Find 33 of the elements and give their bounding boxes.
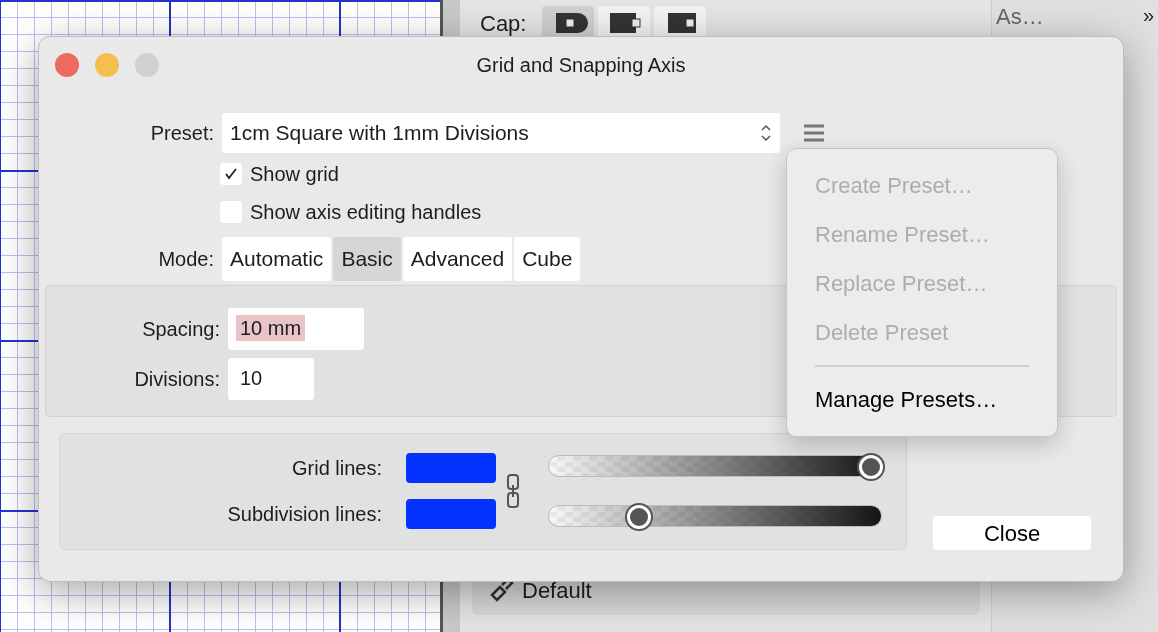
preset-label: Preset:	[149, 121, 214, 146]
line-label: Grid lines:	[290, 456, 382, 481]
menu-icon[interactable]	[804, 124, 824, 142]
mode-label: Mode:	[157, 246, 214, 272]
checkbox-label: Show grid	[250, 162, 339, 187]
overflow-button[interactable]: »	[1142, 0, 1154, 33]
input-field[interactable]: 10 mm	[228, 307, 364, 350]
field-label: Spacing:	[141, 316, 220, 342]
input-field[interactable]: 10	[228, 357, 314, 400]
menu-item[interactable]: Manage Presets…	[787, 375, 1057, 424]
checkbox[interactable]	[220, 163, 242, 185]
panel-label: As…	[996, 3, 1044, 31]
checkmark-icon	[224, 167, 238, 181]
link-icon[interactable]	[506, 473, 520, 509]
field-label: Divisions:	[133, 366, 220, 392]
slider-thumb[interactable]	[859, 455, 884, 479]
mode-tab[interactable]: Automatic	[222, 237, 332, 281]
opacity-slider[interactable]	[548, 455, 882, 477]
slider-thumb[interactable]	[626, 505, 651, 529]
window-title: Grid and Snapping Axis	[476, 53, 686, 78]
cap-label: Cap:	[480, 9, 527, 38]
mode-tab[interactable]: Advanced	[402, 237, 513, 281]
close-window-button[interactable]	[55, 53, 79, 77]
close-button[interactable]: Close	[933, 515, 1091, 550]
color-swatch[interactable]	[406, 499, 496, 529]
color-swatch[interactable]	[406, 453, 496, 483]
mode-tab[interactable]: Cube	[514, 237, 581, 281]
checkbox-label: Show axis editing handles	[250, 200, 482, 225]
stepper-icon	[760, 122, 772, 144]
mode-tab[interactable]: Basic	[333, 237, 401, 281]
preset-dropdown[interactable]: 1cm Square with 1mm Divisions	[222, 113, 780, 153]
opacity-slider[interactable]	[548, 505, 882, 527]
line-label: Subdivision lines:	[226, 502, 382, 527]
